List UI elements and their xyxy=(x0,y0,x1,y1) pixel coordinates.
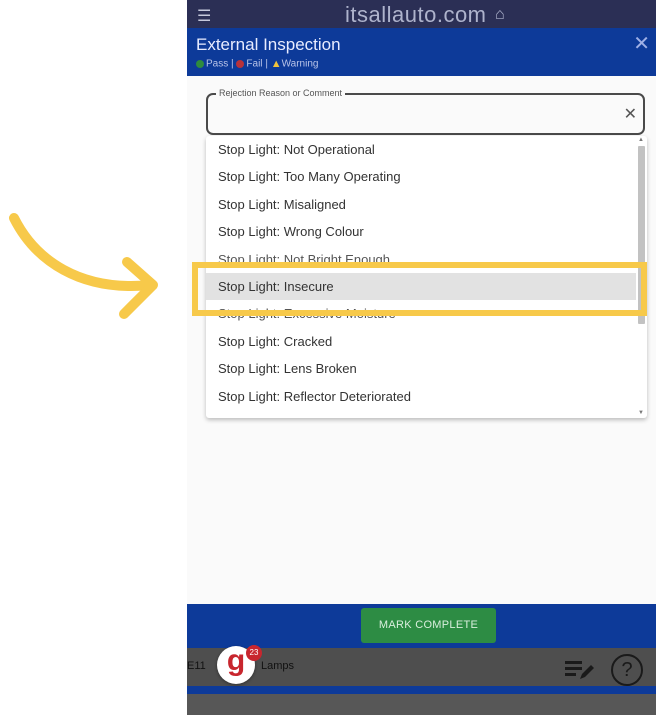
brand-name: itsallauto.com xyxy=(345,2,487,27)
annotation-arrow xyxy=(9,213,158,319)
mark-complete-button[interactable]: MARK COMPLETE xyxy=(361,608,496,643)
menu-icon[interactable]: ☰ xyxy=(197,6,211,26)
legend-separator: | xyxy=(231,58,234,70)
list-item[interactable]: Stop Light: Too Many Operating xyxy=(206,163,636,190)
bottom-strip xyxy=(187,686,656,694)
legend-pass: Pass xyxy=(206,58,229,70)
section-name: Lamps xyxy=(261,660,295,672)
legend-fail: Fail xyxy=(246,58,263,70)
highlight-box xyxy=(192,262,647,316)
status-legend: Pass | Fail | ▲Warning xyxy=(196,58,318,70)
list-edit-icon[interactable] xyxy=(565,658,595,680)
fail-dot-icon xyxy=(236,60,245,68)
scroll-down-icon[interactable]: ▼ xyxy=(638,410,644,416)
modal-title: External Inspection xyxy=(196,35,341,54)
home-icon[interactable]: ⌂ xyxy=(495,6,505,24)
close-icon[interactable]: ✕ xyxy=(633,31,650,56)
scroll-up-icon[interactable]: ▲ xyxy=(638,137,644,143)
help-icon[interactable]: ? xyxy=(611,654,643,686)
notification-badge: 23 xyxy=(246,645,262,661)
list-item[interactable]: Stop Light: Cracked xyxy=(206,328,636,355)
field-label: Rejection Reason or Comment xyxy=(216,88,346,98)
legend-warning: Warning xyxy=(281,58,319,70)
modal-header: External Inspection Pass | Fail | ▲Warni… xyxy=(187,28,656,76)
legend-separator: | xyxy=(265,58,268,70)
list-item[interactable]: Stop Light: Reflector Deteriorated xyxy=(206,383,636,410)
clear-icon[interactable]: ✕ xyxy=(624,104,637,124)
top-bar: ☰ itsallauto.com ⌂ xyxy=(187,0,656,30)
bottom-gray-strip xyxy=(187,694,656,715)
app-screen: ☰ itsallauto.com ⌂ External Inspection P… xyxy=(187,0,656,715)
list-item[interactable]: Stop Light: Misaligned xyxy=(206,191,636,218)
item-code: E11 xyxy=(187,660,206,672)
modal-body: Rejection Reason or Comment ✕ Stop Light… xyxy=(187,76,656,604)
warning-icon: ▲ xyxy=(270,58,282,70)
list-item[interactable]: Stop Light: Not Operational xyxy=(206,136,636,163)
list-item[interactable]: Stop Light: Wrong Colour xyxy=(206,218,636,245)
pass-dot-icon xyxy=(196,60,204,68)
rejection-reason-field[interactable]: Rejection Reason or Comment ✕ xyxy=(206,88,645,135)
modal-footer: MARK COMPLETE xyxy=(187,604,656,648)
list-item[interactable]: Stop Light: Lens Broken xyxy=(206,355,636,382)
